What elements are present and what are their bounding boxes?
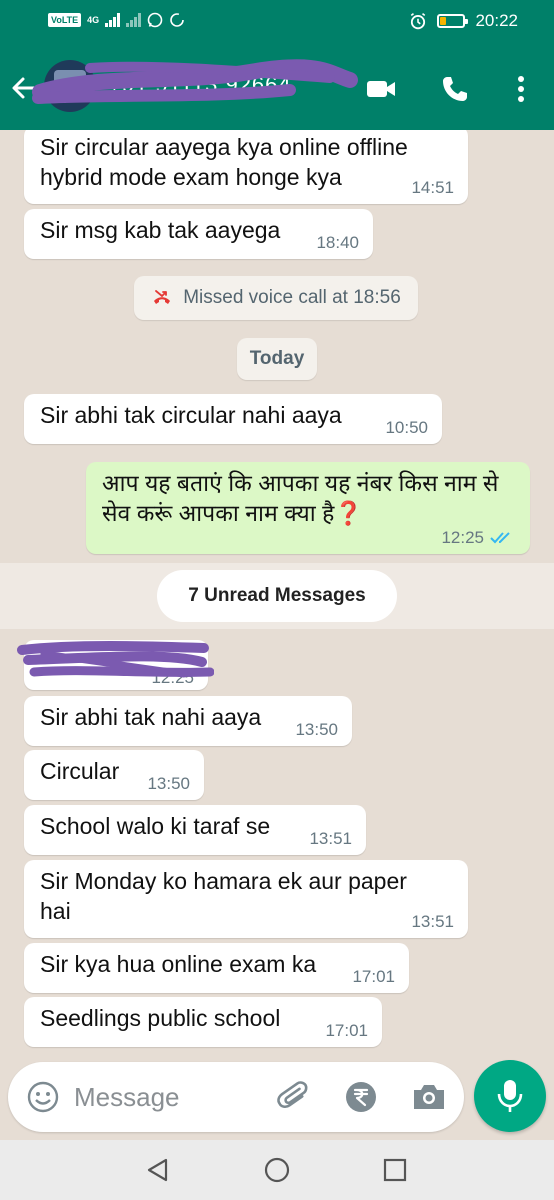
signal-2-icon [126,13,142,27]
message-input[interactable]: Message [74,1082,180,1113]
date-chip-text: Today [249,348,305,369]
attach-icon[interactable] [276,1079,312,1115]
missed-call-text: Missed voice call at 18:56 [183,287,401,308]
message-bubble[interactable]: Seedlings public school 17:01 [24,997,382,1047]
alarm-icon [411,13,426,30]
message-composer[interactable]: Message [8,1062,464,1132]
message-bubble[interactable]: Sir abhi tak circular nahi aaya 10:50 [24,394,442,444]
contact-name[interactable]: +91 91113 92664 [108,72,292,98]
chat-header: ES +91 91113 92664 [0,44,554,130]
unread-messages-pill: 7 Unread Messages [157,570,397,622]
read-ticks-icon [490,532,510,544]
message-time: 12:25 [441,528,516,548]
sync-icon [170,13,184,27]
mic-button[interactable] [474,1060,546,1132]
message-text: Seedlings public school [40,1005,281,1031]
emoji-icon[interactable] [26,1080,60,1114]
message-time: 10:50 [385,418,428,437]
avatar-text: ES [56,96,67,105]
message-time: 17:01 [352,967,395,986]
message-text: Circular [40,758,120,784]
message-bubble[interactable]: School walo ki taraf se 13:51 [24,805,366,855]
message-bubble-redacted[interactable]: 12:25 [24,640,208,690]
message-time: 14:51 [411,178,454,197]
missed-call-notice[interactable]: Missed voice call at 18:56 [134,276,418,320]
battery-icon [437,14,469,28]
message-bubble[interactable]: Sir Monday ko hamara ek aur paper hai 13… [24,860,468,938]
message-time: 12:25 [151,668,194,687]
missed-call-icon [154,290,171,304]
outgoing-message-bubble[interactable]: आप यह बताएं कि आपका यह नंबर किस नाम से स… [86,462,530,554]
message-time: 13:51 [411,912,454,931]
status-bar: VoLTE 4G 20:22 [0,0,554,44]
message-text: आप यह बताएं कि आपका यह नंबर किस नाम से स… [102,470,499,526]
message-time: 13:50 [147,774,190,793]
message-text: Sir kya hua online exam ka [40,951,317,977]
back-arrow-icon[interactable] [8,72,40,104]
message-time: 13:51 [309,829,352,848]
message-time: 18:40 [316,233,359,252]
video-call-icon[interactable] [364,72,398,106]
message-text: Sir Monday ko hamara ek aur paper hai [40,868,407,924]
message-text: School walo ki taraf se [40,813,271,839]
message-time: 13:50 [295,720,338,739]
status-right: 20:22 [409,11,518,31]
unread-text: 7 Unread Messages [188,585,366,606]
message-bubble[interactable]: Circular 13:50 [24,750,204,800]
signal-icon [105,13,121,27]
message-time: 17:01 [325,1021,368,1040]
clock: 20:22 [475,11,518,30]
message-bubble[interactable]: Sir msg kab tak aayega 18:40 [24,209,373,259]
message-text: Sir abhi tak nahi aaya [40,704,262,730]
nav-home-icon[interactable] [263,1156,291,1184]
message-text: Sir msg kab tak aayega [40,217,281,243]
nav-back-icon[interactable] [144,1156,172,1184]
volte-badge: VoLTE [48,13,82,27]
chat-area[interactable]: Sir circular aayega kya online offline h… [0,130,554,1060]
nav-recents-icon[interactable] [381,1156,409,1184]
more-options-icon[interactable] [504,72,538,106]
date-chip: Today [237,338,317,380]
camera-icon[interactable] [410,1079,448,1115]
message-text: Sir circular aayega kya online offline h… [40,134,408,190]
message-bubble[interactable]: Sir abhi tak nahi aaya 13:50 [24,696,352,746]
voice-call-icon[interactable] [438,72,472,106]
message-text: Sir abhi tak circular nahi aaya [40,402,342,428]
system-navigation-bar [0,1140,554,1200]
avatar[interactable]: ES [44,60,96,112]
message-bubble[interactable]: Sir circular aayega kya online offline h… [24,130,468,204]
status-left: VoLTE 4G [48,12,185,28]
whatsapp-icon [147,12,163,28]
network-type: 4G [87,14,100,25]
payment-rupee-icon[interactable] [343,1079,379,1115]
message-bubble[interactable]: Sir kya hua online exam ka 17:01 [24,943,409,993]
mic-icon [497,1080,523,1112]
